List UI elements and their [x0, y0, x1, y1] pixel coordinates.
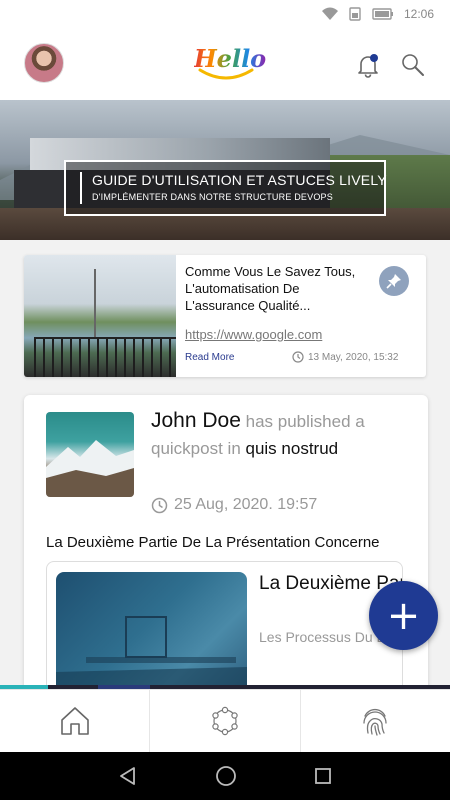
tab-fingerprint[interactable] — [301, 690, 450, 752]
hero-subtitle: D'IMPLÉMENTER DANS NOTRE STRUCTURE DEVOP… — [92, 192, 333, 202]
article-link[interactable]: https://www.google.com — [185, 327, 322, 342]
embedded-post-image — [56, 572, 247, 695]
article-date-text: 13 May, 2020, 15:32 — [308, 351, 399, 363]
community-icon — [212, 706, 238, 736]
recent-apps-icon[interactable] — [313, 766, 333, 786]
quickpost-card[interactable]: John Doe has published a quickpost in qu… — [24, 395, 428, 695]
wifi-icon — [321, 7, 338, 20]
article-image — [24, 255, 176, 377]
tab-community[interactable] — [150, 690, 301, 752]
status-bar: 12:06 — [0, 0, 450, 28]
back-icon[interactable] — [117, 765, 139, 787]
article-card[interactable]: Comme Vous Le Savez Tous, L'automatisati… — [24, 255, 426, 377]
hero-banner[interactable]: GUIDE D'UTILISATION ET ASTUCES LIVELY D'… — [0, 100, 450, 240]
home-icon — [60, 707, 89, 735]
post-author-image[interactable] — [46, 412, 134, 497]
post-date: 25 Aug, 2020. 19:57 — [151, 496, 317, 514]
hero-caption: GUIDE D'UTILISATION ET ASTUCES LIVELY D'… — [64, 160, 387, 216]
article-title: Comme Vous Le Savez Tous, L'automatisati… — [185, 264, 356, 313]
battery-icon — [372, 8, 393, 20]
clock: 12:06 — [403, 7, 434, 21]
fingerprint-icon — [363, 708, 387, 736]
clock-icon — [151, 497, 168, 513]
search-icon[interactable] — [400, 52, 426, 78]
post-date-text: 25 Aug, 2020. 19:57 — [174, 496, 318, 513]
system-navigation — [0, 752, 450, 800]
hero-title: GUIDE D'UTILISATION ET ASTUCES LIVELY — [92, 172, 387, 188]
sim-icon — [349, 7, 361, 21]
bottom-nav — [0, 689, 450, 752]
bell-icon[interactable] — [355, 52, 381, 78]
pin-icon[interactable] — [379, 266, 409, 296]
app-header: Hello — [0, 28, 450, 100]
post-header: John Doe has published a quickpost in qu… — [151, 407, 411, 462]
post-author[interactable]: John Doe — [151, 409, 241, 432]
home-system-icon[interactable] — [214, 764, 238, 788]
read-more-link[interactable]: Read More — [185, 352, 234, 363]
article-date: 13 May, 2020, 15:32 — [292, 351, 398, 363]
app-logo: Hello — [190, 38, 266, 90]
post-text: La Deuxième Partie De La Présentation Co… — [46, 534, 380, 551]
clock-icon — [292, 351, 304, 363]
add-post-button[interactable]: + — [369, 581, 438, 650]
post-target[interactable]: quis nostrud — [246, 439, 339, 458]
tab-home[interactable] — [0, 690, 151, 752]
avatar[interactable] — [24, 43, 64, 83]
embedded-post[interactable]: La Deuxième Partie De La Les Processus D… — [46, 561, 403, 695]
